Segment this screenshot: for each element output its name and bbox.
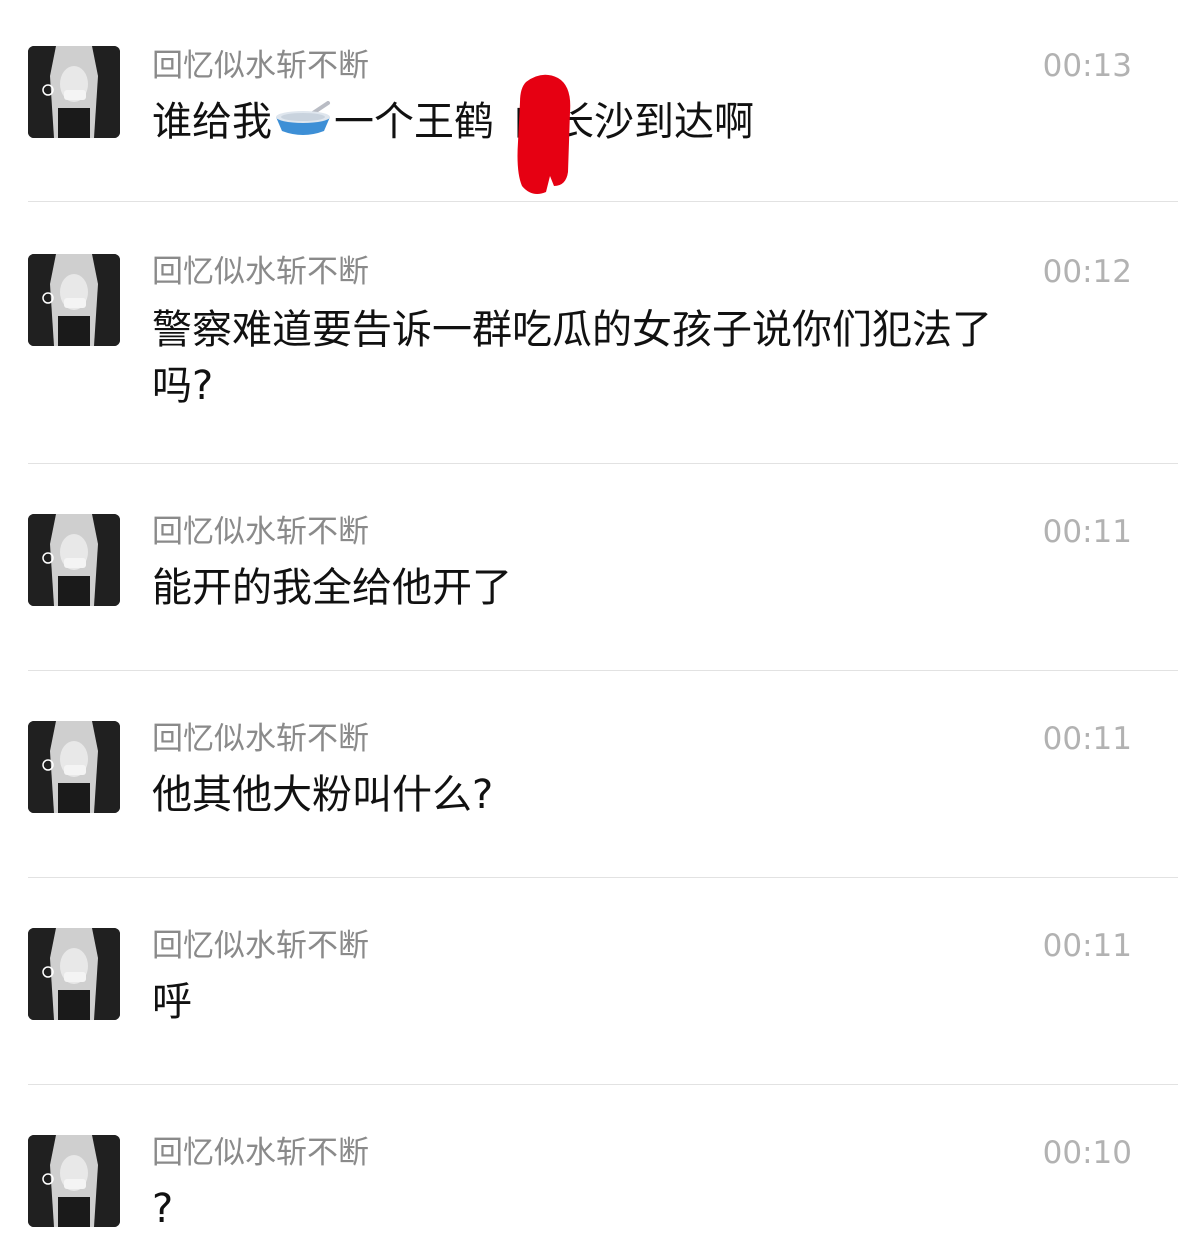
redaction-mark [512, 72, 574, 196]
sender-name: 回忆似水斩不断 [152, 1135, 369, 1171]
avatar[interactable] [28, 1135, 120, 1227]
message-text: 呼 [152, 979, 192, 1025]
sender-name: 回忆似水斩不断 [152, 928, 369, 964]
bowl-spoon-emoji-icon [274, 100, 332, 156]
list-item[interactable]: 回忆似水斩不断 00:12 警察难道要告诉一群吃瓜的女孩子说你们犯法了吗? [0, 202, 1178, 464]
sender-name: 回忆似水斩不断 [152, 48, 369, 84]
message-time: 00:10 [1042, 1135, 1132, 1171]
message-time: 00:12 [1042, 254, 1132, 290]
list-item[interactable]: 回忆似水斩不断 00:10 ? [0, 1085, 1178, 1232]
message-text: ? [152, 1186, 174, 1232]
message-time: 00:11 [1042, 514, 1132, 550]
list-item[interactable]: 回忆似水斩不断 00:13 谁给我 一个王鹤 的长沙到达啊 [0, 0, 1178, 202]
sender-name: 回忆似水斩不断 [152, 514, 369, 550]
message-time: 00:13 [1042, 48, 1132, 84]
list-item[interactable]: 回忆似水斩不断 00:11 呼 [0, 878, 1178, 1085]
list-item[interactable]: 回忆似水斩不断 00:11 能开的我全给他开了 [0, 464, 1178, 671]
sender-name: 回忆似水斩不断 [152, 721, 369, 757]
message-time: 00:11 [1042, 928, 1132, 964]
message-text: 能开的我全给他开了 [152, 565, 512, 611]
sender-name: 回忆似水斩不断 [152, 254, 369, 290]
message-text: 他其他大粉叫什么? [152, 772, 494, 818]
avatar[interactable] [28, 46, 120, 138]
avatar[interactable] [28, 721, 120, 813]
message-time: 00:11 [1042, 721, 1132, 757]
message-text-part: 谁给我 [152, 99, 272, 145]
list-item[interactable]: 回忆似水斩不断 00:11 他其他大粉叫什么? [0, 671, 1178, 878]
message-text-part: 一个王鹤 [334, 99, 494, 145]
avatar[interactable] [28, 254, 120, 346]
message-text: 警察难道要告诉一群吃瓜的女孩子说你们犯法了吗? [152, 307, 992, 409]
avatar[interactable] [28, 514, 120, 606]
avatar[interactable] [28, 928, 120, 1020]
message-text: 谁给我 一个王鹤 的长沙到达啊 [152, 94, 1052, 156]
